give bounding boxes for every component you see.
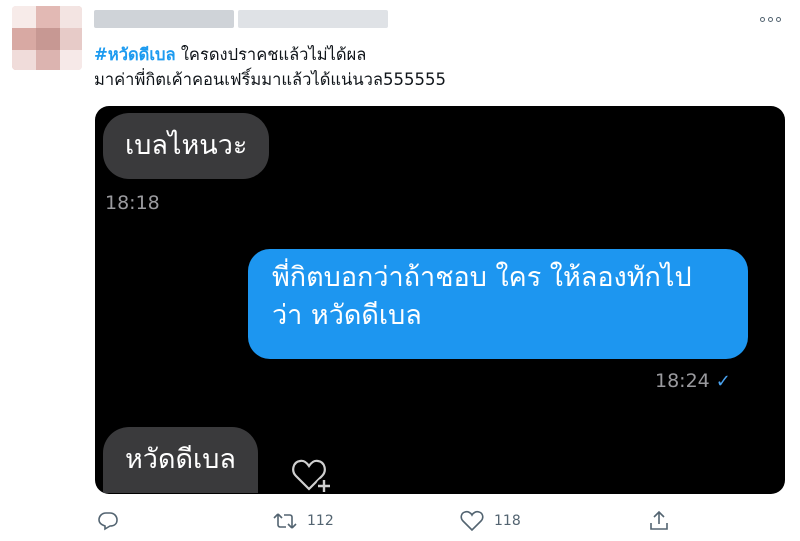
- received-message-2: หวัดดีเบล: [103, 427, 258, 493]
- retweet-count: 112: [307, 513, 334, 529]
- tweet-text: #หวัดดีเบล ใครดงปราคชแล้วไม่ได้ผล มาค่าพ…: [94, 42, 446, 92]
- sent-message-line-1: พี่กิตบอกว่าถ้าชอบ ใคร ให้ลองทักไป: [272, 262, 692, 293]
- like-icon: [460, 510, 484, 532]
- share-button[interactable]: [648, 504, 670, 538]
- like-count: 118: [494, 513, 521, 529]
- username-blurred[interactable]: [238, 10, 388, 28]
- message-time-1: 18:18: [105, 192, 160, 214]
- message-time-2: 18:24 ✓: [655, 370, 731, 392]
- sent-message: พี่กิตบอกว่าถ้าชอบ ใคร ให้ลองทักไป ว่า ห…: [248, 249, 748, 359]
- tweet-line-2: มาค่าพี่กิตเค้าคอนเฟริ์มมาแล้วได้แน่นวล5…: [94, 70, 446, 89]
- tweet-line-1: ใครดงปราคชแล้วไม่ได้ผล: [175, 45, 367, 64]
- reply-button[interactable]: [97, 504, 119, 538]
- received-message-1: เบลไหนวะ: [103, 113, 270, 179]
- tweet-actions: 112 118: [0, 504, 800, 538]
- reply-icon: [98, 512, 118, 531]
- retweet-button[interactable]: 112: [273, 504, 334, 538]
- chat-screenshot[interactable]: เบลไหนวะ 18:18 พี่กิตบอกว่าถ้าชอบ ใคร ให…: [95, 106, 785, 494]
- heart-plus-icon[interactable]: [291, 455, 333, 494]
- read-check-icon: ✓: [715, 371, 731, 392]
- share-icon: [650, 510, 668, 530]
- more-icon[interactable]: [760, 14, 784, 24]
- like-button[interactable]: 118: [460, 504, 521, 538]
- hashtag-link[interactable]: #หวัดดีเบล: [94, 45, 176, 64]
- retweet-icon: [273, 513, 297, 529]
- avatar[interactable]: [12, 6, 82, 70]
- message-time-2-text: 18:24: [655, 370, 710, 392]
- display-name-blurred[interactable]: [94, 10, 234, 28]
- sent-message-line-2: ว่า หวัดดีเบล: [272, 300, 422, 331]
